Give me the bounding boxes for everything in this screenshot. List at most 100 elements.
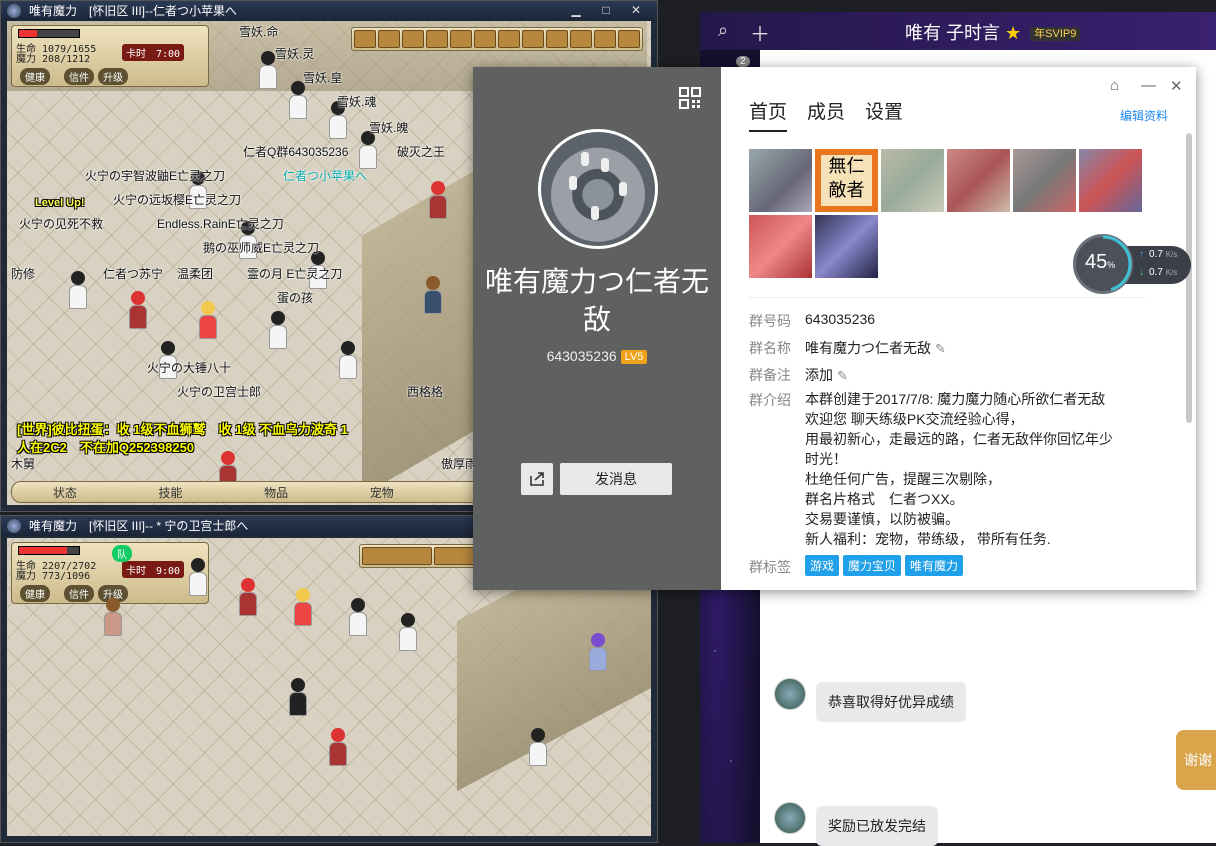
monster-sprite[interactable]: [287, 678, 309, 724]
group-code-value: 643035236: [805, 311, 876, 327]
group-intro-line: 用最初新心，走最远的路，仁者无敌伴你回忆年少: [805, 431, 1113, 447]
player-sprite[interactable]: [102, 598, 124, 644]
group-intro-line: 新人福利：宠物，带练级， 带所有任务.: [805, 531, 1051, 547]
tab-settings[interactable]: 设置: [865, 97, 903, 132]
tag-chip[interactable]: 唯有魔力: [905, 555, 964, 576]
qr-code-icon[interactable]: [679, 87, 701, 109]
message-item[interactable]: 奖励已放发完结: [774, 802, 938, 846]
mp-value: 773/1096: [42, 571, 91, 582]
player-sprite[interactable]: [527, 728, 549, 774]
toolbar-slot[interactable]: [362, 547, 432, 565]
group-profile-dialog[interactable]: 唯有魔力つ仁者无敌 643035236 LV5 发消息 ⌂ — ✕ 首页 成员 设…: [473, 67, 1196, 590]
toolbar-slot[interactable]: [450, 30, 472, 48]
profile-tabs[interactable]: 首页 成员 设置: [749, 97, 903, 132]
group-details-panel: ⌂ — ✕ 首页 成员 设置 编辑资料 無仁敵者 群号码 643035236 群…: [721, 67, 1196, 590]
album-photo[interactable]: [881, 149, 944, 212]
player-name: 仁者Q群643035236: [243, 145, 349, 159]
message-bubble[interactable]: 奖励已放发完结: [816, 806, 938, 846]
player-name: 雪妖.皇: [303, 71, 343, 85]
player-sprite[interactable]: [267, 311, 289, 357]
player-sprite[interactable]: [127, 291, 149, 337]
game-app-icon: [7, 519, 21, 533]
edit-profile-link[interactable]: 编辑资料: [1120, 107, 1168, 124]
player-sprite[interactable]: [327, 728, 349, 774]
player-name: 木舅: [11, 457, 36, 471]
album-photo[interactable]: [749, 149, 812, 212]
maximize-icon[interactable]: □: [591, 1, 621, 19]
album-photo[interactable]: [815, 215, 878, 278]
close-icon[interactable]: ✕: [621, 1, 651, 19]
album-photo[interactable]: [1013, 149, 1076, 212]
npc-sprite[interactable]: [422, 276, 444, 322]
share-button[interactable]: [521, 463, 553, 495]
group-name-value[interactable]: 唯有魔力つ仁者无敌 ✎: [805, 338, 946, 358]
mail-button[interactable]: 信件: [64, 585, 94, 602]
toolbar-slot[interactable]: [474, 30, 496, 48]
tab-home[interactable]: 首页: [749, 97, 788, 132]
game-window-1-title: 唯有魔力 [怀旧区 III]--仁者つ小苹果へ: [29, 4, 237, 18]
game-window-1-titlebar[interactable]: 唯有魔力 [怀旧区 III]--仁者つ小苹果へ ▁ □ ✕: [1, 1, 657, 21]
world-chat-line: [世界]彼比扭蛋：收 1级不血狮鹫 收 1级 不血乌力波奇 1: [17, 422, 348, 437]
group-tags: 游戏 魔力宝贝 唯有魔力: [805, 555, 967, 576]
toolbar-slot[interactable]: [426, 30, 448, 48]
menu-pets[interactable]: 宠物: [370, 484, 394, 501]
thanks-button[interactable]: 谢谢: [1176, 730, 1216, 790]
player-name: 霊の月 E亡灵之刀: [247, 267, 343, 281]
time-card: 卡时 7:00: [122, 44, 185, 61]
player-sprite[interactable]: [197, 301, 219, 347]
player-sprite[interactable]: [587, 633, 609, 679]
avatar[interactable]: [774, 678, 806, 710]
group-avatar[interactable]: [538, 129, 658, 249]
levelup-button[interactable]: 升级: [98, 68, 128, 85]
hp-bar: [18, 546, 80, 555]
tag-chip[interactable]: 游戏: [805, 555, 840, 576]
toolbar-slot[interactable]: [498, 30, 520, 48]
player-sprite[interactable]: [347, 598, 369, 644]
album-photo[interactable]: [1079, 149, 1142, 212]
health-button[interactable]: 健康: [20, 585, 50, 602]
toolbar-slot[interactable]: [546, 30, 568, 48]
group-remark-value[interactable]: 添加 ✎: [805, 365, 848, 385]
team-indicator[interactable]: 队: [112, 545, 132, 562]
toolbar-slot[interactable]: [570, 30, 592, 48]
player-sprite[interactable]: [237, 578, 259, 624]
tag-chip[interactable]: 魔力宝贝: [843, 555, 902, 576]
menu-skills[interactable]: 技能: [158, 484, 182, 501]
player-sprite[interactable]: [427, 181, 449, 227]
group-id: 643035236 LV5: [473, 348, 721, 364]
close-icon[interactable]: ✕: [1170, 77, 1183, 95]
send-message-button[interactable]: 发消息: [560, 463, 672, 495]
player-sprite[interactable]: [292, 588, 314, 634]
toolbar-slot[interactable]: [378, 30, 400, 48]
toolbar-slot[interactable]: [402, 30, 424, 48]
toolbar-slot[interactable]: [354, 30, 376, 48]
avatar[interactable]: [774, 802, 806, 834]
tab-members[interactable]: 成员: [807, 97, 845, 132]
album-photo[interactable]: [947, 149, 1010, 212]
toolbar-slot[interactable]: [618, 30, 640, 48]
minimize-icon[interactable]: —: [1141, 77, 1156, 94]
player-sprite[interactable]: [287, 81, 309, 127]
chat-title: 唯有 子时言 ★ 年SVIP9: [905, 19, 1081, 45]
player-sprite[interactable]: [67, 271, 89, 317]
menu-items[interactable]: 物品: [264, 484, 288, 501]
network-speed-widget[interactable]: 45% ↑ ↓ 0.7 K/s 0.7 K/s: [1073, 234, 1191, 294]
player-sprite[interactable]: [187, 558, 209, 604]
health-button[interactable]: 健康: [20, 68, 50, 85]
pin-icon[interactable]: ⌂: [1110, 77, 1119, 94]
album-photo[interactable]: [749, 215, 812, 278]
menu-status[interactable]: 状态: [53, 484, 77, 501]
plus-icon[interactable]: ＋: [750, 18, 770, 47]
toolbar-slot[interactable]: [522, 30, 544, 48]
player-name: 火宁の见死不救: [19, 217, 104, 231]
message-item[interactable]: 恭喜取得好优异成绩: [774, 678, 966, 722]
minimize-icon[interactable]: ▁: [561, 1, 591, 19]
player-sprite[interactable]: [397, 613, 419, 659]
mail-button[interactable]: 信件: [64, 68, 94, 85]
album-photo[interactable]: 無仁敵者: [815, 149, 878, 212]
toolbar-slot[interactable]: [594, 30, 616, 48]
player-sprite[interactable]: [337, 341, 359, 387]
action-toolbar[interactable]: [351, 27, 643, 51]
search-icon[interactable]: ⌕: [718, 20, 728, 41]
message-bubble[interactable]: 恭喜取得好优异成绩: [816, 682, 966, 722]
